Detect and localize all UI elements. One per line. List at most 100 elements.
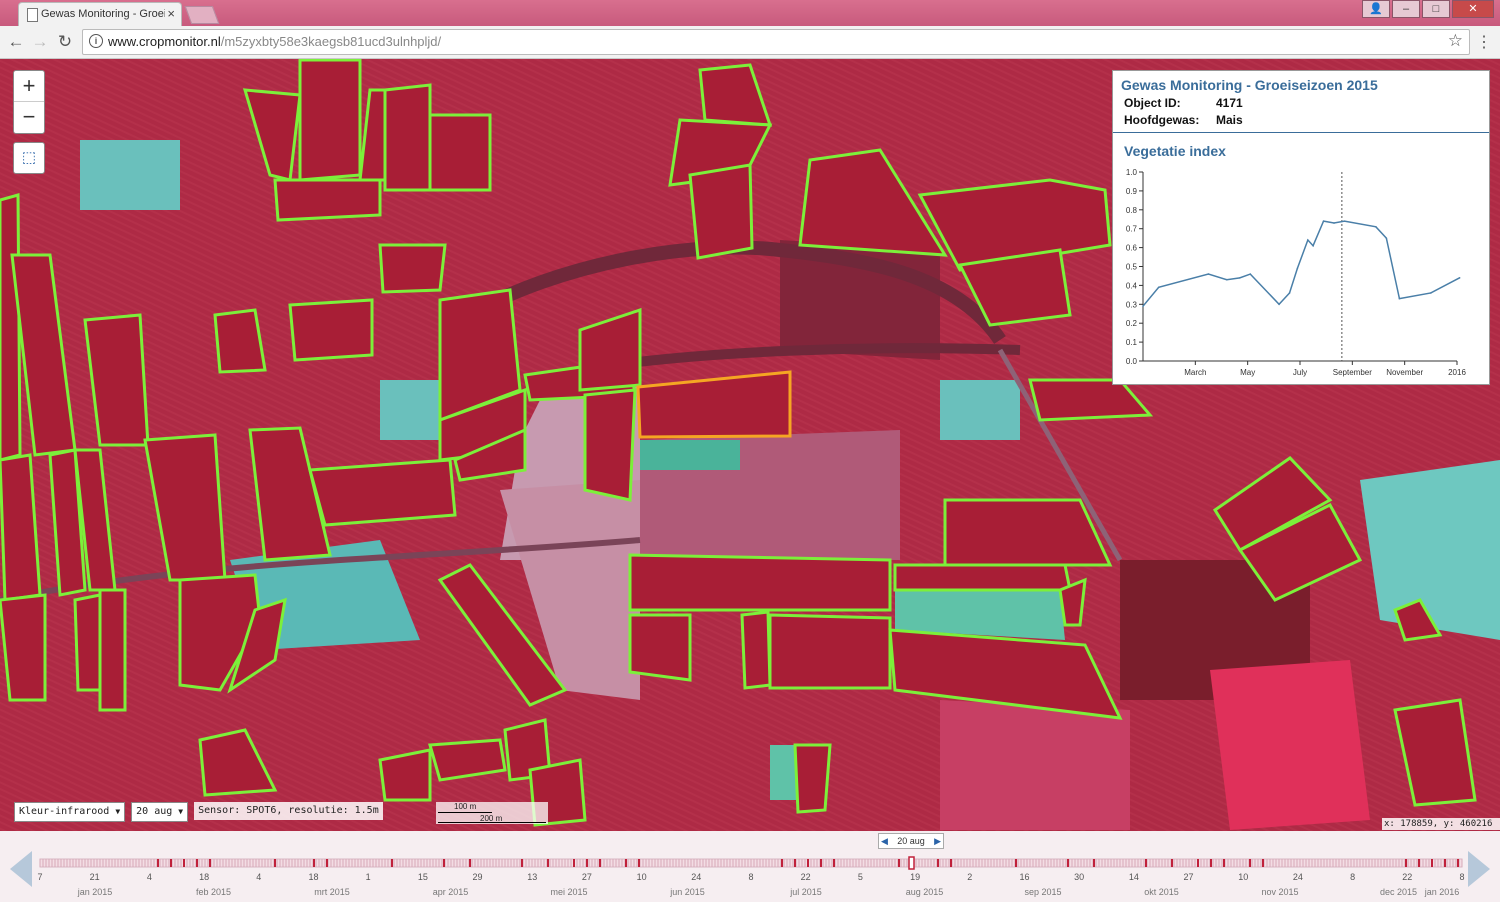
image-available-marker[interactable] bbox=[794, 859, 796, 867]
zoom-out-button[interactable]: − bbox=[14, 101, 44, 132]
y-tick-label: 0.7 bbox=[1126, 225, 1138, 234]
maximize-button[interactable]: □ bbox=[1422, 0, 1450, 18]
box-select-icon[interactable]: ⬚ bbox=[13, 142, 45, 174]
x-tick-label: May bbox=[1240, 368, 1255, 377]
timeline-day-label: 19 bbox=[910, 872, 920, 882]
info-panel: Gewas Monitoring - Groeiseizoen 2015 Obj… bbox=[1112, 70, 1490, 385]
image-available-marker[interactable] bbox=[391, 859, 393, 867]
image-available-marker[interactable] bbox=[1418, 859, 1420, 867]
image-available-marker[interactable] bbox=[521, 859, 523, 867]
image-available-marker[interactable] bbox=[443, 859, 445, 867]
timeline-day-label: 22 bbox=[1402, 872, 1412, 882]
image-available-marker[interactable] bbox=[1405, 859, 1407, 867]
browser-menu-icon[interactable]: ⋮ bbox=[1476, 32, 1492, 52]
crop-label: Hoofdgewas: bbox=[1124, 113, 1200, 127]
image-available-marker[interactable] bbox=[547, 859, 549, 867]
y-tick-label: 0.3 bbox=[1126, 300, 1138, 309]
timeline-day-label: 29 bbox=[473, 872, 483, 882]
image-available-marker[interactable] bbox=[573, 859, 575, 867]
timeline-day-label: 2 bbox=[967, 872, 972, 882]
image-available-marker[interactable] bbox=[170, 859, 172, 867]
forward-arrow-icon[interactable]: → bbox=[30, 32, 50, 52]
image-available-marker[interactable] bbox=[196, 859, 198, 867]
map-view[interactable]: + − ⬚ Gewas Monitoring - Groeiseizoen 20… bbox=[0, 59, 1500, 831]
image-available-marker[interactable] bbox=[326, 859, 328, 867]
layer-select[interactable]: Kleur-infrarood ▼ bbox=[14, 802, 126, 822]
image-available-marker[interactable] bbox=[1262, 859, 1264, 867]
data-point bbox=[1430, 292, 1432, 294]
image-available-marker[interactable] bbox=[1457, 859, 1459, 867]
image-available-marker[interactable] bbox=[638, 859, 640, 867]
image-available-marker[interactable] bbox=[183, 859, 185, 867]
timeline-month-label: apr 2015 bbox=[433, 887, 469, 897]
image-available-marker[interactable] bbox=[1431, 859, 1433, 867]
image-available-marker[interactable] bbox=[898, 859, 900, 867]
reload-icon[interactable]: ↻ bbox=[55, 32, 75, 52]
image-available-marker[interactable] bbox=[1171, 859, 1173, 867]
image-available-marker[interactable] bbox=[1067, 859, 1069, 867]
image-available-marker[interactable] bbox=[599, 859, 601, 867]
image-available-marker[interactable] bbox=[781, 859, 783, 867]
close-tab-icon[interactable]: × bbox=[167, 6, 175, 21]
object-id-label: Object ID: bbox=[1124, 96, 1181, 110]
image-available-marker[interactable] bbox=[1249, 859, 1251, 867]
timeline-day-label: 8 bbox=[1459, 872, 1464, 882]
back-arrow-icon[interactable]: ← bbox=[6, 32, 26, 52]
date-select[interactable]: 20 aug ▼ bbox=[131, 802, 189, 822]
image-available-marker[interactable] bbox=[1210, 859, 1212, 867]
image-available-marker[interactable] bbox=[1444, 859, 1446, 867]
minimize-button[interactable]: – bbox=[1392, 0, 1420, 18]
profile-icon[interactable]: 👤 bbox=[1362, 0, 1390, 18]
image-available-marker[interactable] bbox=[209, 859, 211, 867]
data-point bbox=[1375, 226, 1377, 228]
timeline-day-label: 15 bbox=[418, 872, 428, 882]
image-available-marker[interactable] bbox=[820, 859, 822, 867]
y-tick-label: 0.1 bbox=[1126, 338, 1138, 347]
timeline-day-label: 10 bbox=[1238, 872, 1248, 882]
panel-title: Gewas Monitoring - Groeiseizoen 2015 bbox=[1121, 77, 1378, 93]
timeline-day-label: 4 bbox=[256, 872, 261, 882]
timeline-day-label: 4 bbox=[147, 872, 152, 882]
timeline-slider[interactable]: ◀ 20 aug ▶ 7 21 4 18 4 18 1 15 29 13 27 10 24 8 22 5 19 2… bbox=[0, 831, 1500, 902]
address-bar[interactable]: i www.cropmonitor.nl/m5zyxbty58e3kaegsb8… bbox=[82, 29, 1470, 55]
data-point bbox=[1458, 277, 1461, 279]
object-id-row: Object ID: 4171 bbox=[1124, 96, 1243, 110]
image-available-marker[interactable] bbox=[313, 859, 315, 867]
chart-title: Vegetatie index bbox=[1124, 143, 1226, 159]
image-available-marker[interactable] bbox=[1197, 859, 1199, 867]
browser-tab[interactable]: Gewas Monitoring - Groeiseizoen 2015 × bbox=[18, 2, 182, 27]
image-available-marker[interactable] bbox=[807, 859, 809, 867]
vegetation-index-chart: 0.0 0.1 0.2 0.3 0.4 0.5 0.6 0.7 0.8 0.9 1.0 March Ma… bbox=[1126, 168, 1467, 377]
image-available-marker[interactable] bbox=[274, 859, 276, 867]
image-available-marker[interactable] bbox=[937, 859, 939, 867]
timeline-month-label: jul 2015 bbox=[789, 887, 822, 897]
scale-bar: 100 m 200 m bbox=[436, 802, 548, 824]
image-available-marker[interactable] bbox=[950, 859, 952, 867]
image-available-marker[interactable] bbox=[157, 859, 159, 867]
image-available-marker[interactable] bbox=[1145, 859, 1147, 867]
image-available-marker[interactable] bbox=[469, 859, 471, 867]
image-available-marker[interactable] bbox=[625, 859, 627, 867]
image-available-marker[interactable] bbox=[1093, 859, 1095, 867]
url-text: www.cropmonitor.nl/m5zyxbty58e3kaegsb81u… bbox=[108, 34, 442, 49]
image-available-marker[interactable] bbox=[586, 859, 588, 867]
timeline-day-label: 27 bbox=[1184, 872, 1194, 882]
close-window-button[interactable]: ✕ bbox=[1452, 0, 1494, 18]
vegetation-index-line bbox=[1142, 220, 1460, 307]
timeline-handle[interactable] bbox=[908, 856, 915, 870]
image-available-marker[interactable] bbox=[1015, 859, 1017, 867]
zoom-in-button[interactable]: + bbox=[14, 71, 44, 101]
image-available-marker[interactable] bbox=[1223, 859, 1225, 867]
map-controls-bar: Kleur-infrarood ▼ 20 aug ▼ Sensor: SPOT6, … bbox=[14, 802, 383, 822]
timeline-day-label: 27 bbox=[582, 872, 592, 882]
x-tick-label: 2016 bbox=[1448, 368, 1466, 377]
info-icon[interactable]: i bbox=[89, 34, 103, 48]
new-tab-button[interactable] bbox=[184, 6, 220, 24]
timeline-month-label: jun 2015 bbox=[669, 887, 705, 897]
bookmark-star-icon[interactable]: ☆ bbox=[1448, 31, 1463, 51]
image-available-marker[interactable] bbox=[833, 859, 835, 867]
y-tick-label: 0.8 bbox=[1126, 206, 1138, 215]
data-point bbox=[1385, 237, 1388, 239]
crop-value: Mais bbox=[1216, 113, 1243, 127]
timeline-month-label: mei 2015 bbox=[550, 887, 587, 897]
